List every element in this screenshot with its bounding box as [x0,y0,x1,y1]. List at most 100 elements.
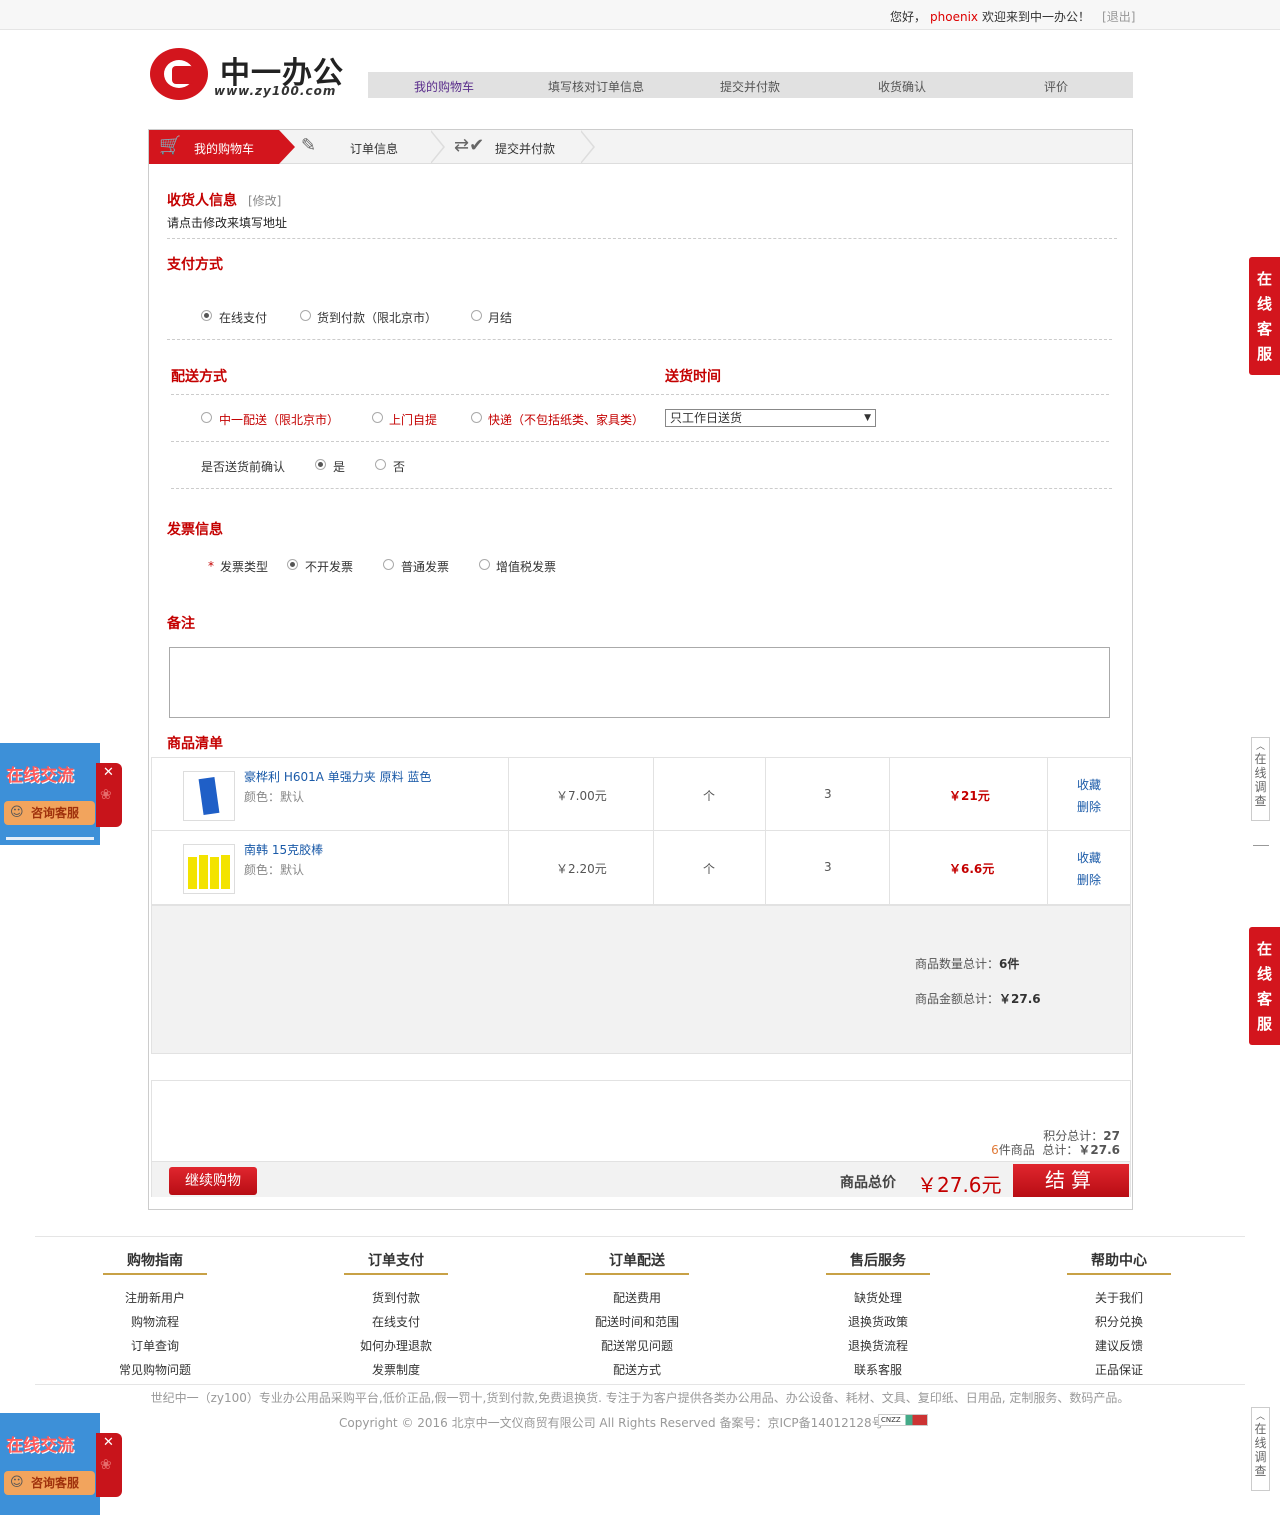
summary-count: 商品数量总计：6件 [915,955,1019,972]
footer-link[interactable]: 建议反馈 [1059,1337,1179,1353]
chat-widget: ✕ ❀ 在线交流 ☺ 咨询客服 [0,743,122,845]
divider [171,394,1109,395]
confirm-radio-no[interactable] [375,459,386,470]
receiver-edit-link[interactable]: [修改] [248,192,281,209]
close-icon[interactable]: ✕ [103,765,114,780]
invoice-title: 发票信息 [167,522,223,538]
order-summary: 商品数量总计：6件 商品金额总计：￥27.6 [151,905,1131,1054]
username-link[interactable]: phoenix [930,10,978,24]
payment-label-monthly: 月结 [488,311,513,325]
delivery-label-express: 快递（不包括纸类、家具类） [488,413,645,427]
divider [167,238,1117,239]
footer-link[interactable]: 如何办理退款 [336,1337,456,1353]
tab-submit-pay[interactable]: 提交并付款 [495,140,555,157]
online-survey-tab[interactable]: ︿ 在 线 调 查 [1251,737,1270,821]
confirm-radio-yes[interactable] [315,459,326,470]
product-price: ￥7.00元 [556,789,607,803]
close-icon[interactable]: ✕ [103,1435,114,1450]
checkout-bar: 继续购物 商品总价 ￥27.6元 结算 [152,1161,1130,1197]
cnzz-badge[interactable]: CNZZ [878,1414,928,1426]
payment-radio-online[interactable] [201,310,212,321]
footer-link[interactable]: 积分兑换 [1059,1313,1179,1329]
order-step-nav: 我的购物车 填写核对订单信息 提交并付款 收货确认 评价 [368,72,1133,98]
remark-title: 备注 [167,616,195,632]
delete-link[interactable]: 删除 [1077,798,1101,815]
footer-heading: 帮助中心 [1067,1250,1171,1275]
kefu-char: 在 [1256,940,1272,958]
checkout-button[interactable]: 结算 [1013,1164,1129,1197]
footer-link[interactable]: 正品保证 [1059,1361,1179,1377]
col-divider [508,758,509,831]
footer-link[interactable]: 发票制度 [336,1361,456,1377]
confirm-label-yes: 是 [333,460,346,474]
check-icon: ⇄✔ [454,135,485,156]
summary-amount-value: ￥27.6 [999,992,1041,1006]
product-name-link[interactable]: 南韩 15克胶棒 [244,841,323,858]
footer-link[interactable]: 常见购物问题 [95,1361,215,1377]
footer-link[interactable]: 配送时间和范围 [577,1313,697,1329]
survey-char: 线 [1254,1436,1267,1450]
footer-link[interactable]: 配送常见问题 [577,1337,697,1353]
chat-title: 在线交流 [6,766,74,786]
footer-link[interactable]: 退换货流程 [818,1337,938,1353]
delivery-radio-pickup[interactable] [372,412,383,423]
delivery-label-pickup: 上门自提 [389,413,438,427]
continue-shopping-button[interactable]: 继续购物 [169,1167,257,1195]
survey-char: 调 [1254,780,1267,794]
footer-link[interactable]: 注册新用户 [95,1289,215,1305]
delivery-time-select[interactable]: 只工作日送货 ▼ [665,409,876,427]
kefu-char: 服 [1256,345,1272,363]
favorite-link[interactable]: 收藏 [1077,776,1101,793]
invoice-type-label: 发票类型 [220,560,269,574]
footer-link[interactable]: 关于我们 [1059,1289,1179,1305]
tab-order-info[interactable]: 订单信息 [350,140,398,157]
divider [171,441,1109,442]
delete-link[interactable]: 删除 [1077,871,1101,888]
product-thumbnail[interactable] [183,771,235,821]
survey-char: 查 [1254,1464,1267,1478]
survey-char: 线 [1254,766,1267,780]
footer-link[interactable]: 购物流程 [95,1313,215,1329]
footer-link[interactable]: 退换货政策 [818,1313,938,1329]
online-service-tab[interactable]: 在 线 客 服 [1249,257,1280,375]
site-logo[interactable]: 中一办公 www.zy100.com [150,44,365,104]
payment-radio-cod[interactable] [300,310,311,321]
footer-link[interactable]: 联系客服 [818,1361,938,1377]
confirm-label-no: 否 [393,460,406,474]
caret-down-icon: ▼ [864,413,871,423]
invoice-radio-vat[interactable] [479,559,490,570]
footer-link[interactable]: 配送方式 [577,1361,697,1377]
product-name-link[interactable]: 豪桦利 H601A 单强力夹 原料 蓝色 [244,768,431,785]
online-service-tab[interactable]: 在 线 客 服 [1249,927,1280,1045]
receiver-hint: 请点击修改来填写地址 [167,216,288,230]
chat-divider [6,837,94,840]
summary-count-label: 商品数量总计： [915,957,1000,971]
summary-amount-label: 商品金额总计： [915,992,1000,1006]
remark-textarea[interactable] [169,647,1110,718]
product-thumbnail[interactable] [183,844,235,894]
product-subtotal: ￥21元 [949,789,990,803]
consult-service-button[interactable]: ☺ 咨询客服 [4,1471,95,1495]
payment-radio-monthly[interactable] [471,310,482,321]
tab-divider [430,130,445,164]
delivery-radio-zhongyi[interactable] [201,412,212,423]
logout-link[interactable]: [退出] [1102,10,1135,24]
invoice-radio-normal[interactable] [383,559,394,570]
tab-cart[interactable]: 🛒 我的购物车 [149,130,279,164]
product-price: ￥2.20元 [556,862,607,876]
footer-link[interactable]: 货到付款 [336,1289,456,1305]
footer-link[interactable]: 在线支付 [336,1313,456,1329]
footer-link[interactable]: 缺货处理 [818,1289,938,1305]
favorite-link[interactable]: 收藏 [1077,849,1101,866]
invoice-label-none: 不开发票 [305,560,354,574]
consult-service-button[interactable]: ☺ 咨询客服 [4,801,95,825]
online-survey-tab[interactable]: ︿ 在 线 调 查 [1251,1407,1270,1491]
consult-label: 咨询客服 [31,806,80,820]
footer-description: 世纪中一（zy100）专业办公用品采购平台,低价正品,假一罚十,货到付款,免费退… [150,1391,1130,1405]
footer-link[interactable]: 订单查询 [95,1337,215,1353]
footer-link[interactable]: 配送费用 [577,1289,697,1305]
invoice-radio-none[interactable] [287,559,298,570]
survey-divider [1253,845,1269,846]
footer-heading: 订单支付 [344,1250,448,1275]
delivery-radio-express[interactable] [471,412,482,423]
